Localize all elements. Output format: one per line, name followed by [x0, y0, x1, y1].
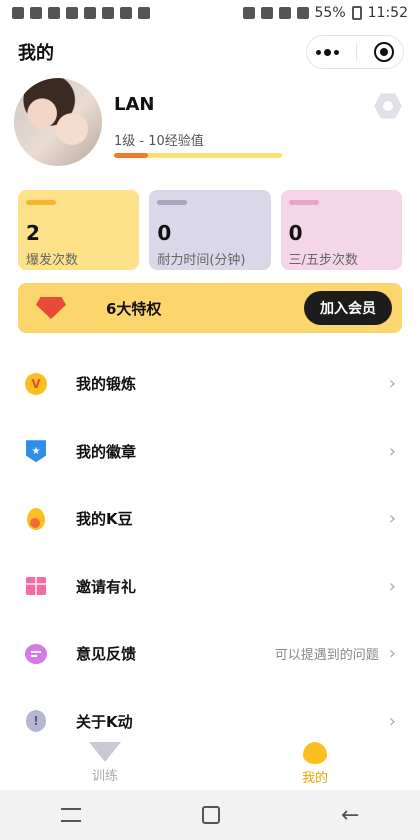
battery-percent: 55% [314, 5, 346, 21]
chevron-right-icon: › [388, 575, 396, 597]
menu-label: 我的徽章 [76, 442, 137, 461]
activity-icon [138, 7, 150, 19]
level-progress-bar [114, 153, 282, 158]
stat-accent [26, 200, 56, 205]
menu-label: 意见反馈 [76, 645, 137, 664]
header: 我的 [0, 30, 420, 74]
notification-icon [30, 7, 42, 19]
tab-mine[interactable]: 我的 [210, 738, 420, 790]
stat-label: 爆发次数 [26, 253, 79, 268]
capsule-divider [355, 43, 357, 61]
diamond-icon [36, 297, 66, 319]
recent-apps-icon[interactable] [60, 808, 81, 822]
chevron-right-icon: › [388, 710, 396, 732]
level-progress-fill [114, 153, 148, 158]
page-title: 我的 [18, 43, 54, 64]
menu-label: 我的K豆 [76, 510, 133, 529]
signal-icon [296, 7, 309, 19]
stat-value: 0 [157, 221, 172, 245]
tab-train[interactable]: 训练 [0, 738, 210, 790]
menu-item-workouts[interactable]: V 我的锻炼 › [0, 350, 420, 418]
shopping-bag-icon [102, 7, 114, 19]
join-member-button[interactable]: 加入会员 [304, 291, 392, 325]
bean-icon [24, 507, 48, 531]
wifi-icon [278, 7, 291, 19]
avatar[interactable] [14, 78, 102, 166]
clock: 11:52 [367, 5, 408, 21]
status-bar: 55% 11:52 [0, 0, 420, 26]
bottom-tab-bar: 训练 我的 [0, 738, 420, 790]
more-icon[interactable] [315, 48, 339, 56]
stat-label: 耐力时间(分钟) [157, 253, 246, 268]
hd-icon [260, 7, 273, 19]
notification-icon [12, 7, 24, 19]
chevron-right-icon: › [388, 508, 396, 530]
stat-card-burst[interactable]: 2 爆发次数 [18, 190, 140, 270]
menu-label: 关于K动 [76, 712, 133, 731]
chat-icon [24, 642, 48, 666]
home-icon[interactable] [201, 806, 220, 824]
stats-row: 2 爆发次数 0 耐力时间(分钟) 0 三/五步次数 [18, 190, 402, 270]
tab-label: 训练 [91, 769, 118, 784]
mine-tab-icon [303, 742, 327, 764]
vip-banner[interactable]: 6大特权 加入会员 [18, 283, 402, 333]
chevron-right-icon: › [388, 440, 396, 462]
feedback-hint: 可以提遇到的问题 [274, 648, 379, 664]
stat-value: 0 [288, 221, 303, 245]
back-arrow-icon[interactable]: ← [341, 803, 359, 828]
close-miniapp-icon[interactable] [374, 42, 395, 62]
menu-item-kbeans[interactable]: 我的K豆 › [0, 485, 420, 553]
badge-icon: ★ [24, 439, 48, 463]
workout-icon: V [24, 372, 48, 396]
stat-accent [288, 200, 319, 205]
menu-list: V 我的锻炼 › ★ 我的徽章 › 我的K豆 › 邀请有礼 › 意见反馈 可以提… [0, 350, 420, 755]
menu-label: 我的锻炼 [76, 375, 137, 394]
stat-card-steps[interactable]: 0 三/五步次数 [280, 190, 402, 270]
menu-item-feedback[interactable]: 意见反馈 可以提遇到的问题 › [0, 620, 420, 688]
miniapp-capsule [306, 35, 404, 69]
menu-label: 邀请有礼 [76, 577, 137, 596]
image-icon [84, 7, 96, 19]
level-text: 1级 - 10经验值 [114, 134, 204, 149]
gift-icon [24, 574, 48, 598]
menu-item-invite[interactable]: 邀请有礼 › [0, 553, 420, 621]
stat-accent [157, 200, 188, 205]
vip-privileges-text: 6大特权 [106, 299, 162, 318]
stat-card-endurance[interactable]: 0 耐力时间(分钟) [149, 190, 271, 270]
battery-icon [351, 6, 362, 20]
mute-icon [242, 7, 255, 19]
info-icon: ! [24, 709, 48, 733]
stat-value: 2 [26, 221, 40, 245]
system-status: 55% 11:52 [242, 5, 408, 21]
username: LAN [114, 94, 155, 115]
notification-icons [12, 7, 150, 19]
cloud-icon [48, 7, 60, 19]
profile-section: LAN 1级 - 10经验值 [14, 78, 406, 170]
menu-item-badges[interactable]: ★ 我的徽章 › [0, 418, 420, 486]
tab-label: 我的 [301, 771, 328, 786]
system-nav-bar: ← [0, 790, 420, 840]
stat-label: 三/五步次数 [288, 253, 359, 268]
email-icon [120, 7, 132, 19]
chevron-right-icon: › [388, 373, 396, 395]
train-tab-icon [89, 742, 121, 762]
cloud-icon [66, 7, 78, 19]
chevron-right-icon: › [388, 643, 396, 665]
settings-icon[interactable] [374, 93, 402, 119]
